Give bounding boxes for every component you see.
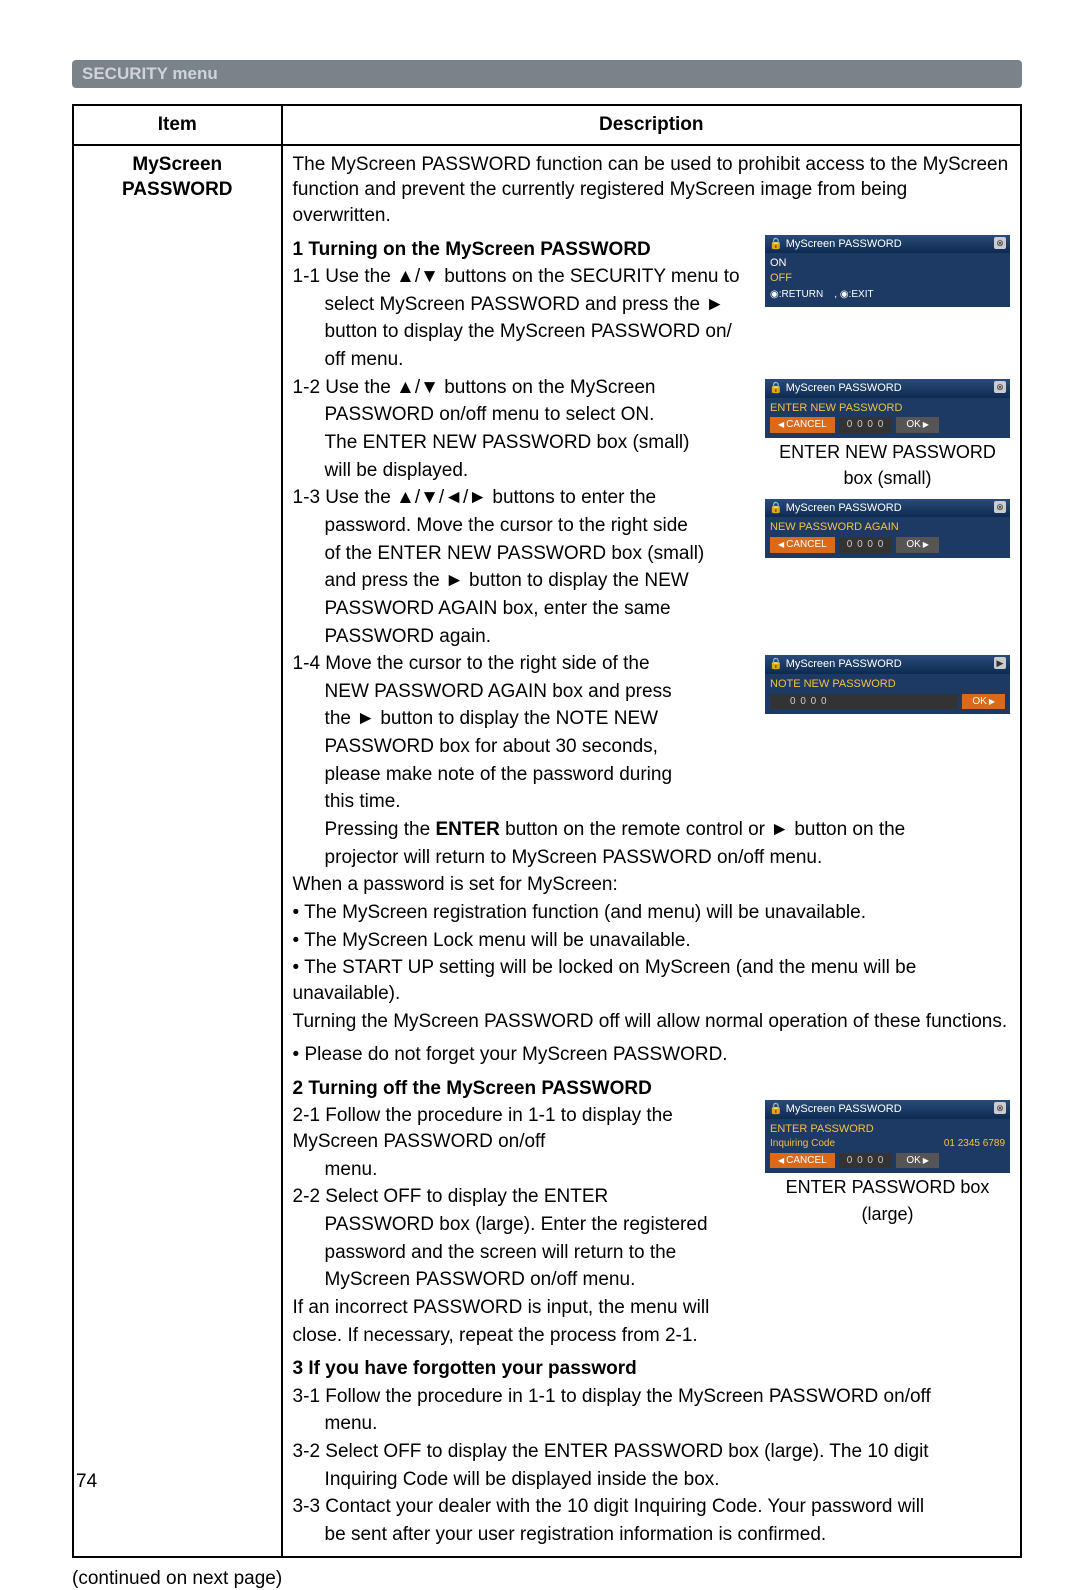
- s1-11c: button to display the MyScreen PASSWORD …: [293, 319, 1010, 345]
- s1-14e: please make note of the password during: [293, 762, 1010, 788]
- cancel-button: CANCEL: [770, 417, 835, 433]
- cancel-button: CANCEL: [770, 537, 835, 553]
- osd-panel-enter-new: 🔒 MyScreen PASSWORD⊗ ENTER NEW PASSWORD …: [765, 379, 1010, 491]
- s1-14d: PASSWORD box for about 30 seconds,: [293, 734, 1010, 760]
- s3-31: 3-1 Follow the procedure in 1-1 to displ…: [293, 1384, 1010, 1410]
- code-field: 0 0 0 0: [839, 537, 893, 553]
- code-field: 0 0 0 0: [839, 1153, 893, 1169]
- main-table: Item Description MyScreen PASSWORD The M…: [72, 104, 1022, 1558]
- item-cell: MyScreen PASSWORD: [73, 145, 282, 1557]
- s3-31b: menu.: [293, 1411, 1010, 1437]
- s1-b2: • The MyScreen Lock menu will be unavail…: [293, 928, 1010, 954]
- s3-32b: Inquiring Code will be displayed inside …: [293, 1467, 1010, 1493]
- ok-button: OK: [962, 694, 1005, 710]
- s2-22c: password and the screen will return to t…: [293, 1240, 1010, 1266]
- s1-b3: • The START UP setting will be locked on…: [293, 955, 1010, 1006]
- sec2-head: 2 Turning off the MyScreen PASSWORD: [293, 1076, 1010, 1102]
- s1-tail2: projector will return to MyScreen PASSWO…: [293, 845, 1010, 871]
- panel-caption-b: box (small): [765, 466, 1010, 490]
- nav-exit: , ◉:EXIT: [834, 289, 873, 300]
- sec3-head: 3 If you have forgotten your password: [293, 1356, 1010, 1382]
- page-number: 74: [76, 1471, 97, 1493]
- cancel-button: CANCEL: [770, 1153, 835, 1169]
- ok-button: OK: [896, 1153, 939, 1169]
- s3-33: 3-3 Contact your dealer with the 10 digi…: [293, 1494, 1010, 1520]
- option-off: OFF: [770, 271, 1005, 286]
- panel-subtitle: ENTER PASSWORD: [770, 1122, 1005, 1137]
- option-on: ON: [770, 256, 1005, 271]
- s3-33b: be sent after your user registration inf…: [293, 1522, 1010, 1548]
- panel-subtitle: NEW PASSWORD AGAIN: [770, 520, 1005, 535]
- osd-panel-again: 🔒 MyScreen PASSWORD⊗ NEW PASSWORD AGAIN …: [765, 499, 1010, 558]
- s1-note: • Please do not forget your MyScreen PAS…: [293, 1042, 1010, 1068]
- s1-11d: off menu.: [293, 347, 1010, 373]
- lock-icon: 🔒: [769, 502, 783, 514]
- s1-13f: PASSWORD again.: [293, 624, 1010, 650]
- s2-22d: MyScreen PASSWORD on/off menu.: [293, 1267, 1010, 1293]
- panel-subtitle: ENTER NEW PASSWORD: [770, 401, 1005, 416]
- inq-label: Inquiring Code: [770, 1137, 835, 1151]
- close-icon: ⊗: [994, 381, 1006, 393]
- panel-caption-a: ENTER NEW PASSWORD: [765, 440, 1010, 464]
- s2-tail2: close. If necessary, repeat the process …: [293, 1323, 1010, 1349]
- s1-b1: • The MyScreen registration function (an…: [293, 900, 1010, 926]
- s1-when: When a password is set for MyScreen:: [293, 872, 1010, 898]
- s2-tail1: If an incorrect PASSWORD is input, the m…: [293, 1295, 1010, 1321]
- lock-icon: 🔒: [769, 658, 783, 670]
- section-banner: SECURITY menu: [72, 60, 1022, 88]
- close-icon: ⊗: [994, 501, 1006, 513]
- panel-caption-b: (large): [765, 1202, 1010, 1226]
- osd-panel-enter-large: 🔒 MyScreen PASSWORD⊗ ENTER PASSWORD Inqu…: [765, 1100, 1010, 1226]
- osd-panel-note: 🔒 MyScreen PASSWORD▶ NOTE NEW PASSWORD 0…: [765, 655, 1010, 714]
- lock-icon: 🔒: [769, 382, 783, 394]
- close-icon: ⊗: [994, 1102, 1006, 1114]
- lock-icon: 🔒: [769, 238, 783, 250]
- ok-button: OK: [896, 417, 939, 433]
- col-desc-header: Description: [282, 105, 1021, 145]
- code-field: 0 0 0 0: [839, 417, 893, 433]
- s1-tail1: Pressing the ENTER button on the remote …: [293, 817, 1010, 843]
- panel-caption-a: ENTER PASSWORD box: [765, 1175, 1010, 1199]
- ok-button: OK: [896, 537, 939, 553]
- item-line2: PASSWORD: [84, 177, 271, 203]
- s1-turnoff: Turning the MyScreen PASSWORD off will a…: [293, 1009, 1010, 1035]
- s1-13e: PASSWORD AGAIN box, enter the same: [293, 596, 1010, 622]
- s1-14f: this time.: [293, 789, 1010, 815]
- close-icon: ⊗: [994, 237, 1006, 249]
- nav-return: ◉:RETURN: [770, 289, 823, 300]
- intro-text: The MyScreen PASSWORD function can be us…: [293, 152, 1010, 229]
- item-line1: MyScreen: [84, 152, 271, 178]
- osd-panel-onoff: 🔒 MyScreen PASSWORD⊗ ON OFF ◉:RETURN , ◉…: [765, 235, 1010, 307]
- col-item-header: Item: [73, 105, 282, 145]
- s1-13d: and press the ► button to display the NE…: [293, 568, 1010, 594]
- inq-code: 01 2345 6789: [944, 1137, 1005, 1151]
- code-field: 0 0 0 0: [770, 694, 958, 710]
- close-icon: ▶: [994, 657, 1006, 669]
- continued-note: (continued on next page): [72, 1568, 1022, 1590]
- description-cell: The MyScreen PASSWORD function can be us…: [282, 145, 1021, 1557]
- s3-32: 3-2 Select OFF to display the ENTER PASS…: [293, 1439, 1010, 1465]
- lock-icon: 🔒: [769, 1103, 783, 1115]
- panel-subtitle: NOTE NEW PASSWORD: [770, 677, 1005, 692]
